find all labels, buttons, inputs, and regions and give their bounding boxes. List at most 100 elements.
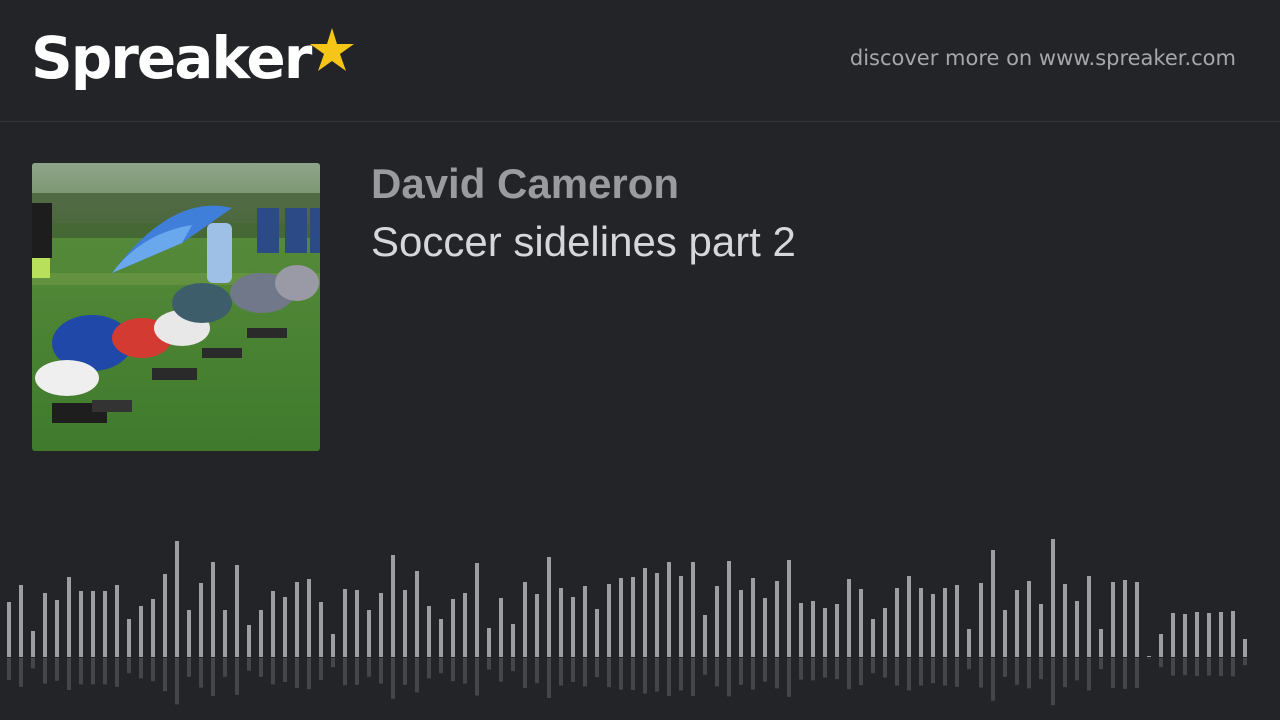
waveform-bar (391, 555, 395, 657)
waveform-bar-reflection (859, 658, 863, 686)
waveform-bar (535, 594, 539, 657)
waveform-bar-reflection (883, 658, 887, 678)
waveform-bar-reflection (403, 658, 407, 685)
waveform-bar (1051, 539, 1055, 657)
waveform-bar-reflection (367, 658, 371, 677)
waveform-bar (1075, 601, 1079, 657)
waveform-bar-reflection (523, 658, 527, 688)
waveform-bar (211, 562, 215, 657)
waveform-bar-reflection (487, 658, 491, 670)
spreaker-logo[interactable]: Spreaker (31, 22, 356, 102)
waveform-bar-reflection (583, 658, 587, 687)
waveform-bar (595, 609, 599, 657)
waveform-bar-reflection (259, 658, 263, 677)
waveform-bar-reflection (19, 658, 23, 687)
waveform-bar (955, 585, 959, 657)
waveform-bar-reflection (823, 658, 827, 678)
waveform-bar-reflection (955, 658, 959, 687)
waveform-bar-reflection (43, 658, 47, 684)
waveform-bar-reflection (1219, 658, 1223, 676)
waveform-bar (295, 582, 299, 657)
waveform-bar (811, 601, 815, 657)
waveform-bar (631, 577, 635, 657)
waveform-bar (475, 563, 479, 657)
waveform-bar-reflection (787, 658, 791, 697)
waveform-bar (787, 560, 791, 657)
waveform-bar (67, 577, 71, 657)
waveform-bar-reflection (391, 658, 395, 699)
waveform-bar-reflection (559, 658, 563, 686)
audio-waveform[interactable] (0, 500, 1280, 720)
waveform-bar (223, 610, 227, 657)
discover-link[interactable]: discover more on www.spreaker.com (850, 46, 1236, 70)
episode-author[interactable]: David Cameron (371, 160, 679, 208)
waveform-bar (763, 598, 767, 657)
waveform-bar (871, 619, 875, 657)
waveform-bar-reflection (619, 658, 623, 690)
waveform-bar-reflection (1111, 658, 1115, 688)
waveform-bar (1003, 610, 1007, 657)
waveform-bar (1111, 582, 1115, 657)
waveform-bar-reflection (775, 658, 779, 689)
waveform-bar-reflection (1027, 658, 1031, 689)
waveform-bar (175, 541, 179, 657)
waveform-bar-reflection (811, 658, 815, 681)
waveform-bar (1027, 581, 1031, 657)
waveform-bar (1219, 612, 1223, 657)
waveform-bar (835, 604, 839, 657)
star-icon (310, 28, 355, 71)
waveform-bar (991, 550, 995, 657)
waveform-bar (439, 619, 443, 657)
waveform-bar-reflection (571, 658, 575, 682)
waveform-bar (1159, 634, 1163, 657)
waveform-bar (1171, 613, 1175, 657)
waveform-bar (691, 562, 695, 657)
waveform-bar-reflection (991, 658, 995, 701)
waveform-bar (1207, 613, 1211, 657)
waveform-bar-reflection (235, 658, 239, 695)
waveform-bar (235, 565, 239, 657)
waveform-bar (283, 597, 287, 657)
waveform-bar-reflection (511, 658, 515, 672)
waveform-bar (523, 582, 527, 657)
waveform-bar (1135, 582, 1139, 657)
waveform-bar-reflection (451, 658, 455, 682)
waveform-bar (967, 629, 971, 657)
waveform-bar-reflection (319, 658, 323, 680)
waveform-bar (271, 591, 275, 657)
waveform-bar (727, 561, 731, 657)
waveform-bar-reflection (475, 658, 479, 696)
waveform-bar-reflection (379, 658, 383, 684)
waveform-bar (667, 562, 671, 657)
waveform-bar (55, 600, 59, 657)
waveform-bar-reflection (895, 658, 899, 686)
waveform-bar-reflection (967, 658, 971, 670)
waveform-bar (331, 634, 335, 657)
waveform-bar-reflection (439, 658, 443, 674)
waveform-bar-reflection (415, 658, 419, 693)
waveform-bar-reflection (1039, 658, 1043, 680)
waveform-bar-reflection (751, 658, 755, 690)
waveform-bar-reflection (1171, 658, 1175, 676)
waveform-bar (415, 571, 419, 657)
waveform-bar (607, 584, 611, 657)
waveform-bar-reflection (667, 658, 671, 696)
waveform-bar-reflection (283, 658, 287, 682)
waveform-bar-reflection (703, 658, 707, 675)
waveform-bar-reflection (499, 658, 503, 682)
waveform-bar-reflection (67, 658, 71, 690)
waveform-bar (259, 610, 263, 657)
waveform-bar-reflection (739, 658, 743, 685)
waveform-bar (655, 573, 659, 657)
waveform-bar (19, 585, 23, 657)
waveform-bar (139, 606, 143, 657)
waveform-bar-reflection (175, 658, 179, 705)
waveform-bar-reflection (91, 658, 95, 685)
waveform-bar (679, 576, 683, 657)
waveform-bar (487, 628, 491, 657)
waveform-bar (1147, 656, 1151, 657)
waveform-bar-reflection (1195, 658, 1199, 676)
waveform-bar (343, 589, 347, 657)
waveform-bar (775, 581, 779, 657)
waveform-bar (103, 591, 107, 657)
